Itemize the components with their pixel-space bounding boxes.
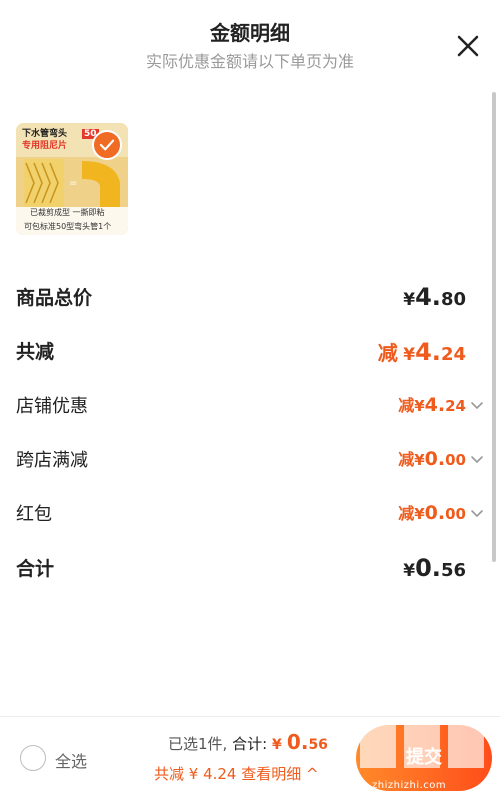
page-title: 金额明细: [210, 21, 290, 45]
row-label: 共减: [16, 341, 55, 363]
footer-discount: 共减 ¥ 4.24 查看明细 ^: [154, 765, 319, 783]
header: 金额明细 实际优惠金额请以下单页为准: [0, 0, 500, 80]
row-shop-discount[interactable]: 店铺优惠 减¥4.24: [16, 392, 466, 426]
footer-total: ¥ 0.56: [271, 730, 328, 754]
row-label: 店铺优惠: [16, 396, 88, 417]
chevron-down-icon[interactable]: [470, 452, 484, 466]
product-badge-sub: 专用阻尼片: [22, 141, 68, 151]
check-icon[interactable]: [92, 130, 122, 160]
row-label: 商品总价: [16, 287, 93, 309]
row-total-price: 商品总价 ¥4.80: [16, 283, 466, 317]
close-icon[interactable]: [452, 30, 484, 62]
cross-shop-value: 减¥0.00: [398, 448, 466, 470]
red-packet-value: 减¥0.00: [398, 502, 466, 524]
shop-discount-value: 减¥4.24: [398, 394, 466, 416]
footer-summary: 已选1件, 合计: ¥ 0.56: [168, 730, 328, 754]
view-detail-link[interactable]: 查看明细 ^: [241, 765, 318, 783]
chevron-down-icon[interactable]: [470, 398, 484, 412]
row-red-packet[interactable]: 红包 减¥0.00: [16, 500, 466, 534]
watermark-site: zhizhizhi.com: [372, 780, 447, 791]
row-label: 合计: [16, 558, 55, 580]
total-discount-value: 减 ¥4.24: [377, 338, 466, 366]
row-label: 红包: [16, 504, 52, 525]
svg-text:=: =: [69, 178, 77, 189]
product-caption-sub: 可包标准50型弯头管1个: [24, 222, 112, 231]
row-label: 跨店满减: [16, 450, 88, 471]
row-cross-shop[interactable]: 跨店满减 减¥0.00: [16, 446, 466, 480]
row-total-discount: 共减 减 ¥4.24: [16, 337, 466, 371]
row-sum: 合计 ¥0.56: [16, 554, 466, 588]
total-price-value: ¥4.80: [403, 283, 466, 311]
page-subtitle: 实际优惠金额请以下单页为准: [145, 52, 354, 71]
sum-value: ¥0.56: [403, 554, 466, 582]
scrollbar[interactable]: [492, 92, 496, 562]
product-caption-main: 已裁剪成型 一撕即粘: [30, 208, 105, 217]
select-all-label[interactable]: 全选: [55, 748, 87, 772]
select-all-radio[interactable]: [20, 745, 46, 771]
chevron-down-icon[interactable]: [470, 506, 484, 520]
